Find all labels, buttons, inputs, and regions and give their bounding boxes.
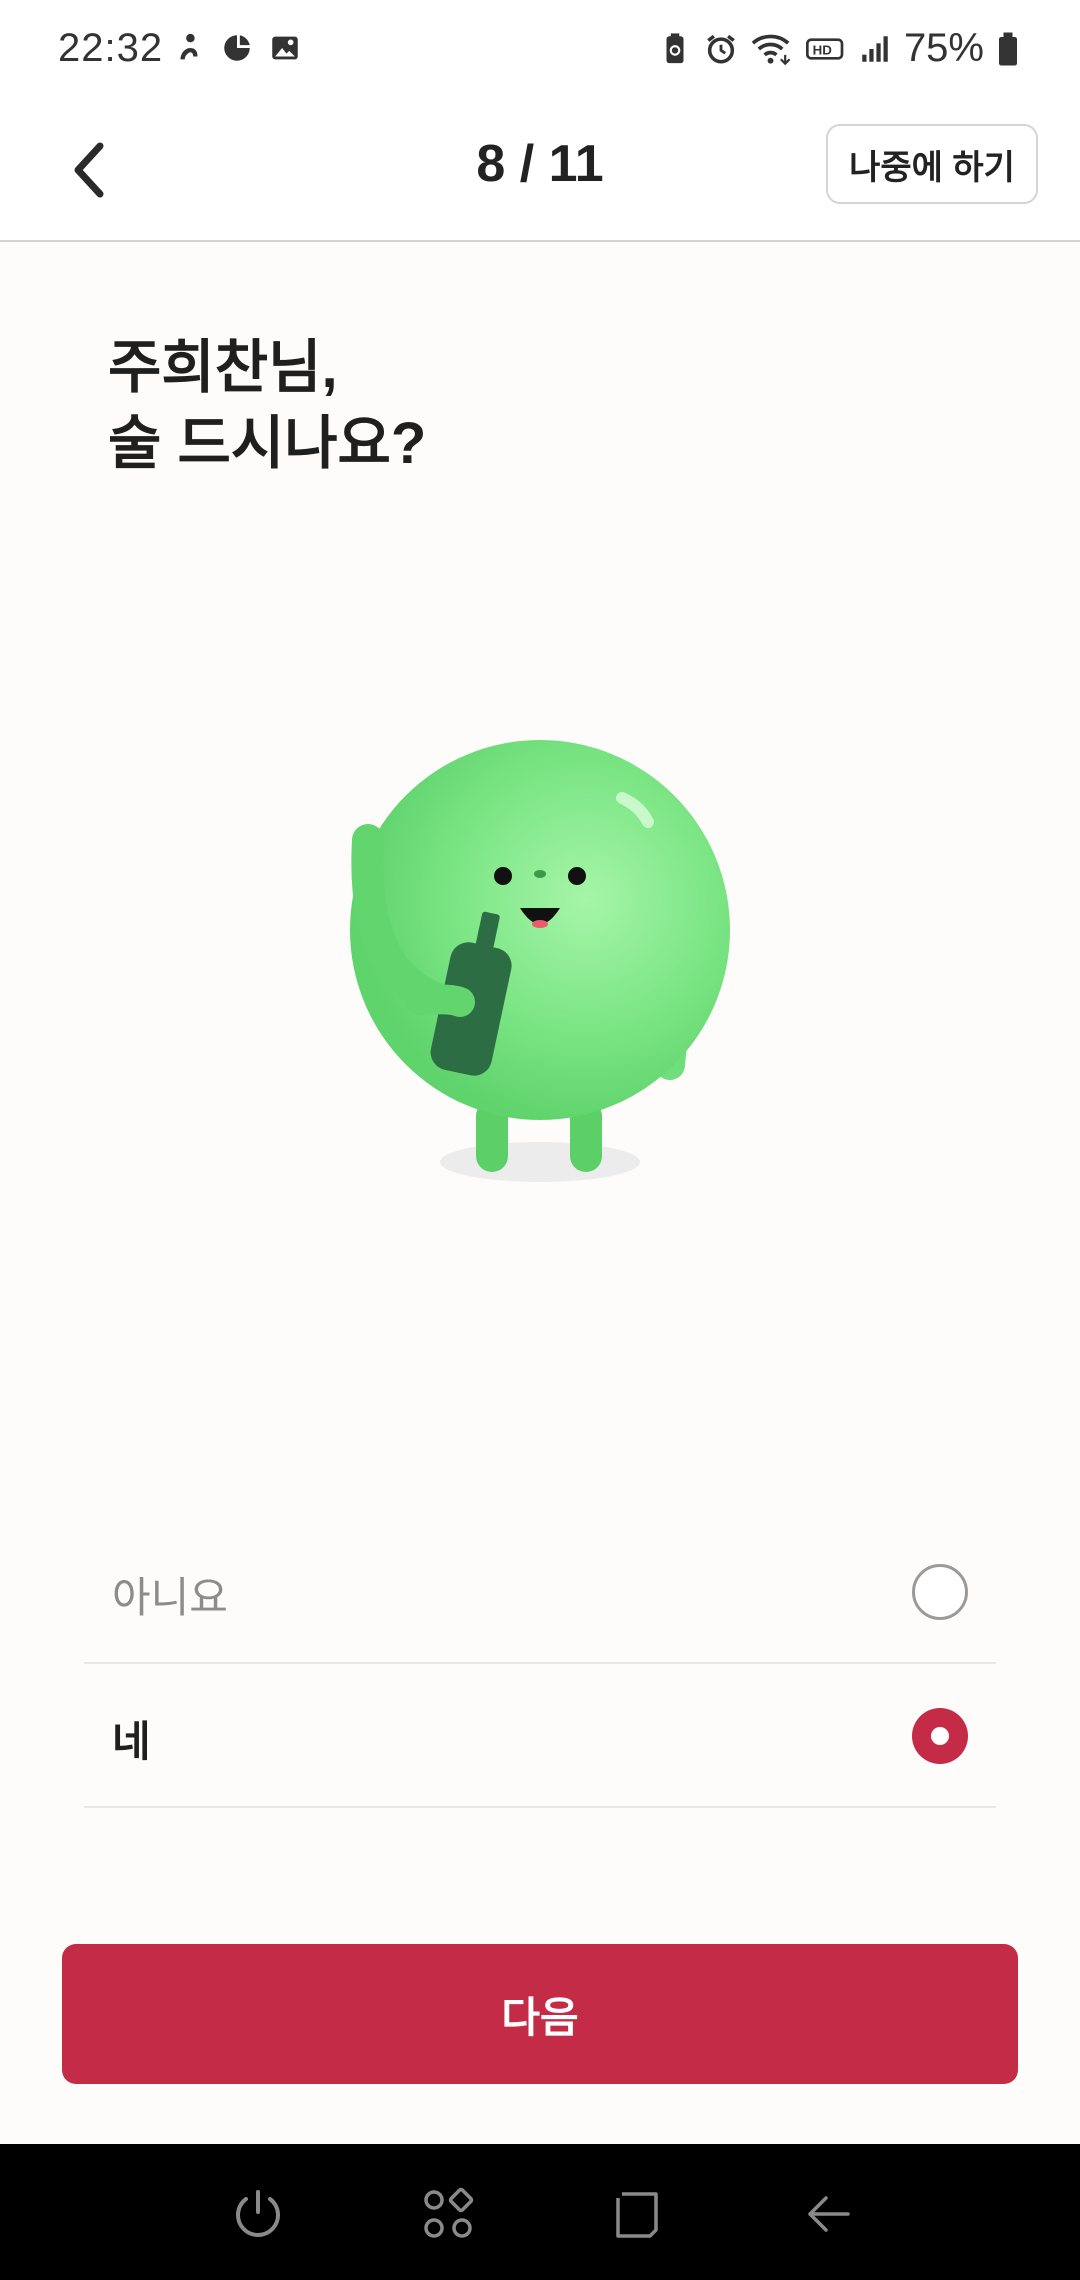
next-button[interactable]: 다음 — [62, 1944, 1018, 2084]
wifi-icon — [751, 34, 791, 65]
app-header: 8 / 11 나중에 하기 — [0, 100, 1080, 242]
hand — [405, 984, 475, 1017]
apps-icon[interactable] — [420, 2186, 476, 2242]
svg-text:HD: HD — [813, 42, 833, 57]
radio-selected-icon[interactable] — [912, 1708, 968, 1764]
answer-options: 아니요 네 — [84, 1520, 996, 1808]
battery-percent: 75% — [903, 26, 984, 70]
radio-unselected-icon[interactable] — [912, 1564, 968, 1620]
data-saver-icon — [224, 35, 250, 61]
signal-icon — [862, 35, 888, 62]
gallery-icon — [272, 36, 298, 60]
question-line-1: 주희찬님, — [108, 335, 338, 400]
alarm-icon — [707, 34, 735, 64]
body — [350, 740, 730, 1120]
recents-icon[interactable] — [610, 2186, 666, 2242]
status-right: HD 75% — [658, 26, 1020, 71]
question-line-2: 술 드시나요? — [108, 411, 427, 476]
battery-saver-icon — [666, 32, 684, 63]
navigation-bar — [0, 2144, 1080, 2280]
option-yes[interactable]: 네 — [84, 1664, 996, 1808]
hd-voice-icon: HD — [805, 37, 844, 60]
option-label: 네 — [112, 1718, 151, 1765]
nose — [534, 870, 546, 878]
option-no[interactable]: 아니요 — [84, 1520, 996, 1664]
later-button[interactable]: 나중에 하기 — [826, 124, 1038, 204]
shadow — [440, 1142, 640, 1182]
power-icon[interactable] — [230, 2186, 286, 2242]
battery-icon — [999, 32, 1017, 65]
status-bar: 22:32 HD 75% — [0, 0, 1080, 100]
left-eye — [494, 867, 512, 885]
right-eye — [568, 867, 586, 885]
status-time: 22:32 — [58, 26, 164, 70]
status-left-icons — [172, 30, 302, 66]
question-title: 주희찬님, 술 드시나요? — [108, 330, 426, 482]
person-icon — [180, 33, 198, 60]
option-label: 아니요 — [112, 1574, 228, 1621]
character-illustration — [350, 740, 730, 1182]
back-icon[interactable] — [800, 2186, 856, 2242]
